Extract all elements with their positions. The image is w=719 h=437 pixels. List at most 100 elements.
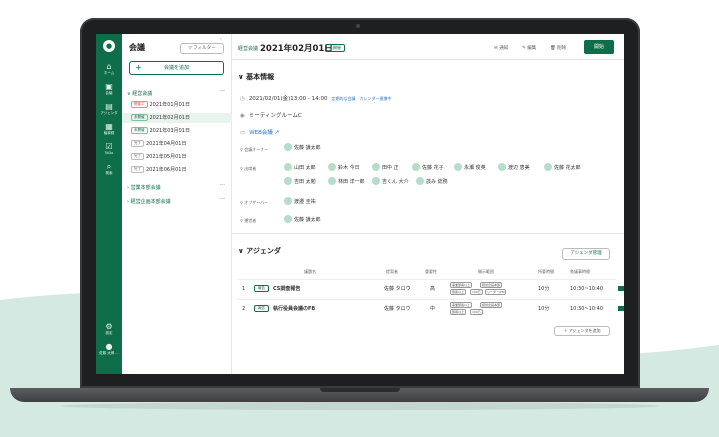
basic-info-heading[interactable]: ∨ 基本情報 bbox=[238, 72, 274, 82]
nav-item-meetings[interactable]: ▣ 会議 bbox=[96, 82, 122, 100]
app-logo-icon[interactable]: ● bbox=[103, 40, 115, 52]
attendee[interactable]: 山田 太郎 bbox=[284, 163, 316, 172]
agenda-heading[interactable]: ∨ アジェンダ bbox=[238, 246, 281, 256]
list-item[interactable]: 未開催 2021年03月01日 bbox=[122, 126, 232, 136]
owner-label: ⚲ 会議オーナー bbox=[240, 147, 269, 152]
avatar bbox=[454, 163, 462, 171]
observer-person[interactable]: 渡邉 圭祐 bbox=[284, 197, 316, 206]
delete-button[interactable]: 🗑 削除 bbox=[550, 45, 566, 51]
group-keiei-kikaku[interactable]: › 経営企画本部会議 ··· bbox=[127, 196, 227, 205]
breadcrumb[interactable]: 経営会議 bbox=[238, 45, 258, 52]
attendee-label-text: 出席者 bbox=[244, 166, 257, 171]
col-header: 議題名 bbox=[304, 269, 316, 274]
col-header: 開示範囲 bbox=[478, 269, 494, 274]
avatar bbox=[284, 177, 292, 185]
laptop-shadow bbox=[60, 402, 660, 410]
list-item-selected[interactable]: 未開催 2021年02月01日 bbox=[122, 113, 232, 123]
duration: 10分 bbox=[538, 306, 550, 312]
avatar bbox=[284, 143, 292, 151]
agenda-manage-button[interactable]: アジェンダ管理 bbox=[562, 248, 610, 260]
scope-chip: 100万 bbox=[470, 289, 483, 295]
add-agenda-button[interactable]: ＋ アジェンダを追加 bbox=[554, 326, 610, 336]
manager-person[interactable]: 佐藤 謙太郎 bbox=[284, 215, 321, 224]
recurring-link[interactable]: 定期的な会議 bbox=[332, 96, 356, 101]
nav-item-minutes[interactable]: ▦ 議事録 bbox=[96, 122, 122, 140]
scope-chip: リーダー/PM bbox=[485, 289, 507, 295]
agenda-name-cell: 報告 CS調査報告 bbox=[254, 280, 300, 298]
datetime-row: ◷ 2021/02/01(金)13:00 - 14:00 定期的な会議 カレンダー連携… bbox=[240, 94, 392, 102]
nav-label: アジェンダ bbox=[100, 111, 118, 115]
meeting-icon: ▣ bbox=[105, 82, 113, 91]
row-marker bbox=[618, 306, 624, 311]
attendee[interactable]: 鈴木 今日 bbox=[328, 163, 360, 172]
nav-label: 検索 bbox=[105, 171, 113, 175]
more-icon[interactable]: ··· bbox=[219, 88, 225, 95]
table-row[interactable]: 2 報告 執行役員会議のFB 佐藤 タロウ 中 事業部長以上 経営企画本部 部長以… bbox=[238, 299, 616, 317]
attendee[interactable]: 林田 洋一郎 bbox=[328, 177, 365, 186]
divider bbox=[232, 59, 624, 60]
avatar bbox=[498, 163, 506, 171]
attendee[interactable]: 永瀬 俊英 bbox=[454, 163, 486, 172]
row-number: 2 bbox=[242, 306, 246, 312]
filter-button[interactable]: ▽ フィルター bbox=[180, 43, 224, 54]
list-item[interactable]: 完了 2021年04月01日 bbox=[122, 139, 232, 149]
calendar-link[interactable]: カレンダー連携中 bbox=[360, 96, 392, 101]
clock-icon: ◷ bbox=[240, 96, 245, 102]
plus-icon: + bbox=[135, 63, 142, 72]
attendee[interactable]: 吉田 太勉 bbox=[284, 177, 316, 186]
attendee[interactable]: 田中 正 bbox=[372, 163, 399, 172]
observer-label-text: オブザーバー bbox=[244, 200, 269, 205]
row-number: 1 bbox=[242, 286, 246, 292]
list-item[interactable]: 開催中 2021年01月01日 bbox=[122, 100, 232, 110]
nav-label: ToDo bbox=[104, 151, 114, 155]
web-meeting-link[interactable]: WEB会議 ↗ bbox=[249, 130, 279, 136]
meeting-list-panel: ‹ 会議 ▽ フィルター + 会議を追加 ∨ 経営会議 ··· 開催中 2021年01… bbox=[122, 34, 232, 374]
list-item[interactable]: 完了 2021年06月01日 bbox=[122, 165, 232, 175]
nav-label: 議事録 bbox=[103, 131, 115, 135]
attendee-name: 吉田 太勉 bbox=[294, 179, 316, 185]
owner-person[interactable]: 佐藤 謙太郎 bbox=[284, 143, 321, 152]
collapse-icon[interactable]: ‹ bbox=[220, 36, 222, 42]
owner-name: 佐藤 謙太郎 bbox=[294, 145, 321, 151]
col-header: 所要時間 bbox=[538, 269, 554, 274]
avatar-icon: ● bbox=[105, 342, 113, 351]
location-icon: ◉ bbox=[240, 113, 245, 119]
priority: 高 bbox=[430, 286, 436, 292]
observer-label: ⚲ オブザーバー bbox=[240, 200, 269, 205]
list-item[interactable]: 完了 2021年05月01日 bbox=[122, 152, 232, 162]
agenda-time: 10:30~10:40 bbox=[570, 306, 604, 312]
edit-button[interactable]: ✎ 編集 bbox=[522, 45, 536, 51]
add-meeting-button[interactable]: + 会議を追加 bbox=[129, 61, 224, 75]
meeting-detail: 経営会議 2021年02月01日 未開催 ✉ 通知 ✎ 編集 🗑 削除 開始 ∨… bbox=[232, 34, 624, 374]
start-meeting-button[interactable]: 開始 bbox=[584, 40, 614, 54]
nav-item-settings[interactable]: ⚙ 設定 bbox=[96, 322, 122, 340]
notify-button[interactable]: ✉ 通知 bbox=[494, 45, 508, 51]
col-header: 提案者 bbox=[386, 269, 398, 274]
more-icon[interactable]: ··· bbox=[219, 196, 225, 203]
attendee[interactable]: 吉くん 大介 bbox=[372, 177, 409, 186]
nav-item-agenda[interactable]: ▤ アジェンダ bbox=[96, 102, 122, 120]
home-icon: ⌂ bbox=[106, 62, 112, 71]
avatar bbox=[544, 163, 552, 171]
agenda-name-cell: 報告 執行役員会議のFB bbox=[254, 300, 315, 318]
nav-item-user[interactable]: ● 佐藤 太郎 ... bbox=[96, 342, 122, 360]
status-badge: 完了 bbox=[131, 153, 144, 160]
row-marker bbox=[618, 286, 624, 291]
attendee[interactable]: 渡辺 恵美 bbox=[498, 163, 530, 172]
attendee[interactable]: 該み 総務 bbox=[416, 177, 448, 186]
observer-name: 渡邉 圭祐 bbox=[294, 199, 316, 205]
list-title: 会議 bbox=[129, 43, 145, 52]
table-row[interactable]: 1 報告 CS調査報告 佐藤 タロウ 高 事業部長以上 経営企画本部 部長以上 1… bbox=[238, 279, 616, 297]
nav-item-search[interactable]: ⌕ 検索 bbox=[96, 162, 122, 180]
attendee[interactable]: 佐藤 花子 bbox=[412, 163, 444, 172]
group-keiei[interactable]: ∨ 経営会議 ··· bbox=[127, 88, 227, 97]
attendee-name: 田中 正 bbox=[382, 165, 399, 171]
attendee[interactable]: 佐藤 花太郎 bbox=[544, 163, 581, 172]
group-eigyo[interactable]: › 営業本部会議 ··· bbox=[127, 182, 227, 191]
col-header: 重要性 bbox=[425, 269, 437, 274]
app-screen: ● ⌂ ホーム ▣ 会議 ▤ アジェンダ ▦ 議事録 ☑ ToDo ⌕ 検索 ⚙ 設定 ● 佐藤… bbox=[96, 34, 624, 374]
nav-item-todo[interactable]: ☑ ToDo bbox=[96, 142, 122, 160]
more-icon[interactable]: ··· bbox=[219, 182, 225, 189]
attendee-name: 鈴木 今日 bbox=[338, 165, 360, 171]
nav-item-home[interactable]: ⌂ ホーム bbox=[96, 62, 122, 80]
